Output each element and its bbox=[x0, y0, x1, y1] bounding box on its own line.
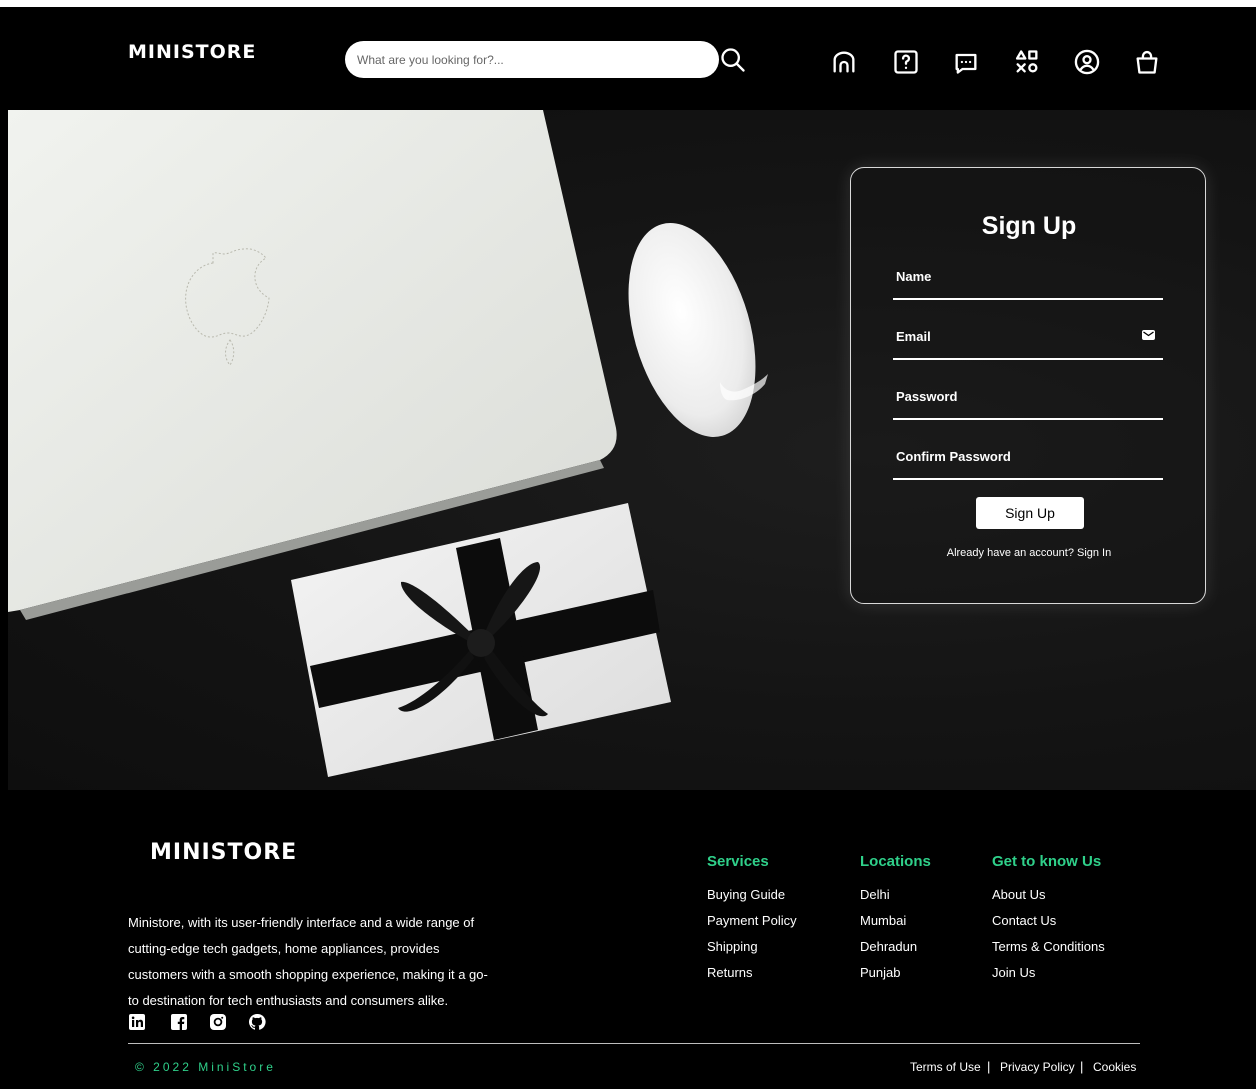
facebook-icon[interactable] bbox=[170, 1013, 188, 1031]
footer-description-line: cutting-edge tech gadgets, home applianc… bbox=[128, 941, 440, 956]
footer-link[interactable]: Dehradun bbox=[860, 939, 917, 954]
site-footer: MINISTORE Ministore, with its user-frien… bbox=[0, 790, 1256, 1089]
password-field[interactable]: Password bbox=[893, 386, 1163, 420]
footer-description-line: to destination for tech enthusiasts and … bbox=[128, 993, 449, 1008]
github-icon[interactable] bbox=[248, 1013, 266, 1031]
email-field[interactable]: Email bbox=[893, 326, 1163, 360]
name-field-label: Name bbox=[896, 269, 932, 284]
footer-description-line: Ministore, with its user-friendly interf… bbox=[128, 915, 475, 930]
footer-link[interactable]: Buying Guide bbox=[707, 887, 785, 902]
top-strip bbox=[0, 0, 1256, 7]
footer-link[interactable]: Terms & Conditions bbox=[992, 939, 1105, 954]
linkedin-icon[interactable] bbox=[128, 1013, 146, 1031]
footer-link[interactable]: Contact Us bbox=[992, 913, 1056, 928]
footer-link[interactable]: Join Us bbox=[992, 965, 1035, 980]
copyright-text: © 2022 MiniStore bbox=[135, 1060, 276, 1074]
mail-icon bbox=[1142, 330, 1155, 340]
confirm-password-field-label: Confirm Password bbox=[896, 449, 1011, 464]
footer-description: Ministore, with its user-friendly interf… bbox=[128, 910, 508, 1014]
cart-icon[interactable] bbox=[1132, 47, 1162, 77]
password-field-label: Password bbox=[896, 389, 958, 404]
name-field[interactable]: Name bbox=[893, 266, 1163, 300]
footer-link[interactable]: About Us bbox=[992, 887, 1045, 902]
signup-card: Sign Up Name Email Password Confirm Pass… bbox=[850, 167, 1206, 604]
privacy-policy-link[interactable]: Privacy Policy bbox=[1000, 1060, 1075, 1074]
signup-button[interactable]: Sign Up bbox=[976, 497, 1084, 529]
search-input[interactable] bbox=[357, 41, 707, 78]
instagram-icon[interactable] bbox=[209, 1013, 227, 1031]
email-field-label: Email bbox=[896, 329, 931, 344]
footer-link[interactable]: Payment Policy bbox=[707, 913, 797, 928]
footer-heading-locations: Locations bbox=[860, 853, 931, 870]
hero-section: Sign Up Name Email Password Confirm Pass… bbox=[8, 110, 1256, 790]
footer-link[interactable]: Mumbai bbox=[860, 913, 906, 928]
search-icon[interactable] bbox=[718, 45, 748, 75]
chat-icon[interactable] bbox=[951, 47, 981, 77]
footer-link[interactable]: Delhi bbox=[860, 887, 890, 902]
brand-logo[interactable]: MINISTORE bbox=[128, 41, 256, 63]
signin-link[interactable]: Already have an account? Sign In bbox=[851, 547, 1207, 559]
footer-logo[interactable]: MINISTORE bbox=[150, 840, 297, 865]
legal-separator: | bbox=[987, 1059, 991, 1074]
footer-link[interactable]: Punjab bbox=[860, 965, 900, 980]
footer-description-line: customers with a smooth shopping experie… bbox=[128, 967, 488, 982]
help-icon[interactable] bbox=[891, 47, 921, 77]
cookies-link[interactable]: Cookies bbox=[1093, 1060, 1136, 1074]
terms-of-use-link[interactable]: Terms of Use bbox=[910, 1060, 981, 1074]
footer-heading-about: Get to know Us bbox=[992, 853, 1102, 870]
categories-icon[interactable] bbox=[1012, 47, 1042, 77]
footer-divider bbox=[128, 1043, 1140, 1044]
account-icon[interactable] bbox=[1072, 47, 1102, 77]
gift-box-image bbox=[291, 503, 671, 777]
footer-link[interactable]: Returns bbox=[707, 965, 753, 980]
footer-heading-services: Services bbox=[707, 853, 769, 870]
footer-link[interactable]: Shipping bbox=[707, 939, 758, 954]
signup-title: Sign Up bbox=[981, 212, 1077, 240]
legal-separator: | bbox=[1080, 1059, 1084, 1074]
confirm-password-field[interactable]: Confirm Password bbox=[893, 446, 1163, 480]
mouse-image bbox=[628, 223, 768, 437]
search-bar bbox=[345, 41, 719, 78]
site-header: MINISTORE bbox=[0, 7, 1256, 110]
home-icon[interactable] bbox=[829, 47, 859, 77]
